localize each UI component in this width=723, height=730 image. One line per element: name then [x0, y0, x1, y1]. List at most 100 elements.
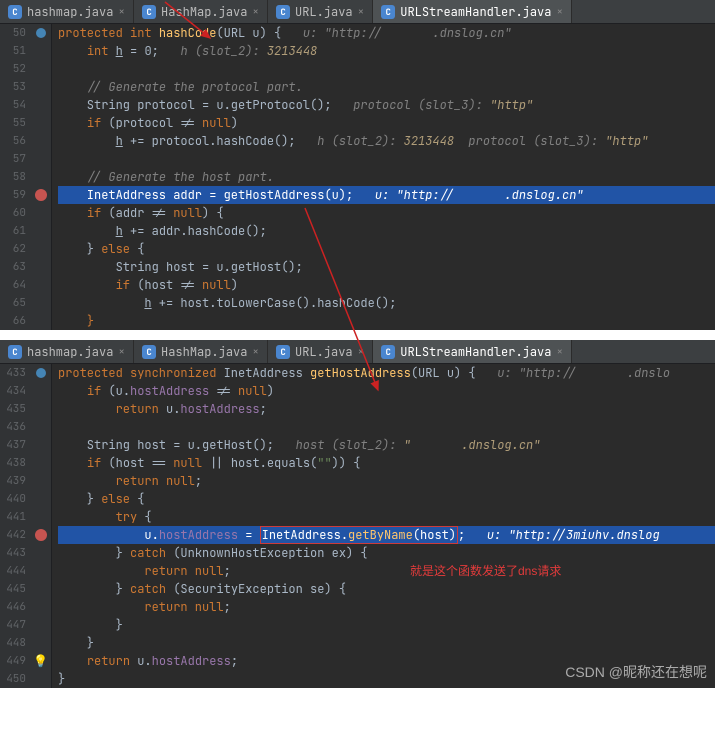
marker-slot[interactable]: [30, 562, 51, 580]
code-line[interactable]: }: [58, 634, 715, 652]
marker-slot[interactable]: [30, 258, 51, 276]
marker-slot[interactable]: [30, 472, 51, 490]
code-line[interactable]: u.hostAddress = InetAddress.getByName(ho…: [58, 526, 715, 544]
code-line[interactable]: [58, 150, 715, 168]
marker-slot[interactable]: [30, 580, 51, 598]
code-line[interactable]: String host = u.getHost();: [58, 258, 715, 276]
marker-slot[interactable]: [30, 508, 51, 526]
close-icon[interactable]: ×: [358, 5, 365, 19]
breakpoint-icon[interactable]: [35, 529, 47, 541]
override-icon[interactable]: [36, 368, 46, 378]
close-icon[interactable]: ×: [252, 345, 259, 359]
marker-slot[interactable]: [30, 312, 51, 330]
marker-slot[interactable]: [30, 204, 51, 222]
code-line[interactable]: } else {: [58, 490, 715, 508]
close-icon[interactable]: ×: [556, 345, 563, 359]
close-icon[interactable]: ×: [252, 5, 259, 19]
marker-slot[interactable]: [30, 418, 51, 436]
line-number: 64: [0, 276, 26, 294]
watermark: CSDN @昵称还在想呢: [565, 662, 707, 682]
tab-URLStreamHandler-java[interactable]: CURLStreamHandler.java×: [373, 340, 572, 363]
tab-URLStreamHandler-java[interactable]: CURLStreamHandler.java×: [373, 0, 572, 23]
marker-slot[interactable]: [30, 526, 51, 544]
code-line[interactable]: if (protocol != null): [58, 114, 715, 132]
marker-slot[interactable]: [30, 42, 51, 60]
code-line[interactable]: // Generate the host part.: [58, 168, 715, 186]
code-line[interactable]: // Generate the protocol part.: [58, 78, 715, 96]
code-line[interactable]: h += host.toLowerCase().hashCode();: [58, 294, 715, 312]
code-line[interactable]: String host = u.getHost(); host (slot_2)…: [58, 436, 715, 454]
code-line[interactable]: h += addr.hashCode();: [58, 222, 715, 240]
marker-slot[interactable]: [30, 634, 51, 652]
code-line[interactable]: return null;: [58, 562, 715, 580]
code-line[interactable]: } else {: [58, 240, 715, 258]
code-line[interactable]: if (u.hostAddress != null): [58, 382, 715, 400]
code-line[interactable]: [58, 418, 715, 436]
code-line[interactable]: if (host != null): [58, 276, 715, 294]
marker-gutter[interactable]: 💡: [30, 364, 52, 688]
tab-URL-java[interactable]: CURL.java×: [268, 340, 373, 363]
line-number: 436: [0, 418, 26, 436]
marker-slot[interactable]: [30, 168, 51, 186]
marker-slot[interactable]: 💡: [30, 652, 51, 670]
marker-slot[interactable]: [30, 276, 51, 294]
code-line[interactable]: [58, 60, 715, 78]
marker-slot[interactable]: [30, 60, 51, 78]
marker-slot[interactable]: [30, 364, 51, 382]
tab-HashMap-java[interactable]: CHashMap.java×: [134, 340, 268, 363]
code-line[interactable]: } catch (UnknownHostException ex) {: [58, 544, 715, 562]
tab-hashmap-java[interactable]: Chashmap.java×: [0, 0, 134, 23]
close-icon[interactable]: ×: [556, 5, 563, 19]
bulb-icon[interactable]: 💡: [33, 652, 48, 670]
marker-slot[interactable]: [30, 400, 51, 418]
marker-slot[interactable]: [30, 544, 51, 562]
marker-slot[interactable]: [30, 150, 51, 168]
close-icon[interactable]: ×: [118, 5, 125, 19]
marker-slot[interactable]: [30, 598, 51, 616]
code-content[interactable]: protected int hashCode(URL u) { u: "http…: [52, 24, 715, 330]
marker-slot[interactable]: [30, 24, 51, 42]
code-line[interactable]: int h = 0; h (slot_2): 3213448: [58, 42, 715, 60]
tab-URL-java[interactable]: CURL.java×: [268, 0, 373, 23]
tab-HashMap-java[interactable]: CHashMap.java×: [134, 0, 268, 23]
code-line[interactable]: InetAddress addr = getHostAddress(u); u:…: [58, 186, 715, 204]
marker-slot[interactable]: [30, 186, 51, 204]
line-number: 63: [0, 258, 26, 276]
code-line[interactable]: }: [58, 616, 715, 634]
marker-slot[interactable]: [30, 96, 51, 114]
marker-gutter[interactable]: [30, 24, 52, 330]
code-line[interactable]: h += protocol.hashCode(); h (slot_2): 32…: [58, 132, 715, 150]
code-line[interactable]: protected int hashCode(URL u) { u: "http…: [58, 24, 715, 42]
marker-slot[interactable]: [30, 490, 51, 508]
code-line[interactable]: return u.hostAddress;: [58, 400, 715, 418]
code-line[interactable]: if (addr != null) {: [58, 204, 715, 222]
marker-slot[interactable]: [30, 670, 51, 688]
code-line[interactable]: protected synchronized InetAddress getHo…: [58, 364, 715, 382]
marker-slot[interactable]: [30, 78, 51, 96]
code-line[interactable]: }: [58, 312, 715, 330]
code-line[interactable]: return null;: [58, 472, 715, 490]
marker-slot[interactable]: [30, 382, 51, 400]
line-number: 52: [0, 60, 26, 78]
tab-label: URL.java: [295, 344, 353, 360]
code-content[interactable]: protected synchronized InetAddress getHo…: [52, 364, 715, 688]
marker-slot[interactable]: [30, 132, 51, 150]
code-line[interactable]: return null;: [58, 598, 715, 616]
line-number: 444: [0, 562, 26, 580]
marker-slot[interactable]: [30, 294, 51, 312]
code-line[interactable]: if (host == null || host.equals("")) {: [58, 454, 715, 472]
close-icon[interactable]: ×: [358, 345, 365, 359]
code-line[interactable]: String protocol = u.getProtocol(); proto…: [58, 96, 715, 114]
marker-slot[interactable]: [30, 616, 51, 634]
override-icon[interactable]: [36, 28, 46, 38]
breakpoint-icon[interactable]: [35, 189, 47, 201]
marker-slot[interactable]: [30, 222, 51, 240]
marker-slot[interactable]: [30, 114, 51, 132]
code-line[interactable]: } catch (SecurityException se) {: [58, 580, 715, 598]
close-icon[interactable]: ×: [118, 345, 125, 359]
marker-slot[interactable]: [30, 454, 51, 472]
marker-slot[interactable]: [30, 436, 51, 454]
marker-slot[interactable]: [30, 240, 51, 258]
tab-hashmap-java[interactable]: Chashmap.java×: [0, 340, 134, 363]
code-line[interactable]: try {: [58, 508, 715, 526]
